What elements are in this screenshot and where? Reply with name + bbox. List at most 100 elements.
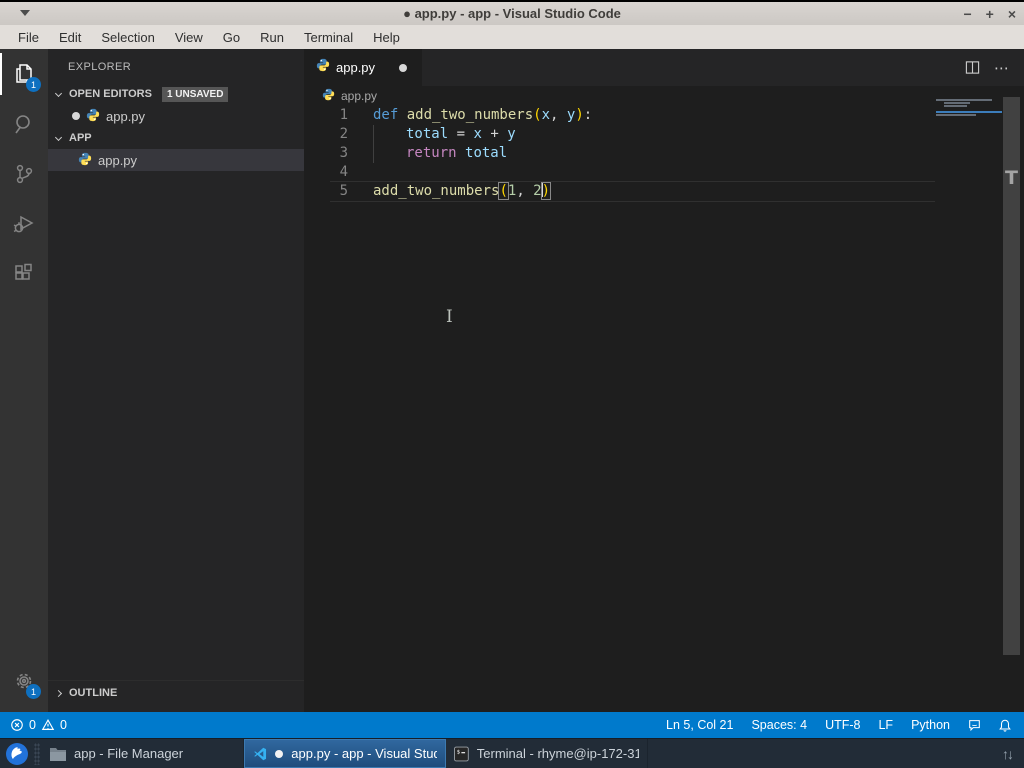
code-token: , [550,107,567,123]
activitybar-run-debug[interactable] [0,199,48,249]
code-token: ) [541,182,551,200]
notifications-bell-icon[interactable] [990,718,1024,733]
chevron-down-icon [55,89,62,96]
indentation[interactable]: Spaces: 4 [742,718,816,732]
vscode-icon [253,746,267,762]
indent-guide [373,144,406,163]
svg-text:$: $ [457,749,460,755]
minimap-line [944,105,967,107]
cursor-position[interactable]: Ln 5, Col 21 [657,718,742,732]
code-line-3[interactable]: 3return total [304,144,935,163]
code-token: x [473,126,481,142]
menu-run[interactable]: Run [250,27,294,48]
outline-header[interactable]: OUTLINE [48,680,304,702]
menu-selection[interactable]: Selection [91,27,164,48]
errors-warnings[interactable]: 0 0 [10,718,75,732]
taskbar-item-terminal[interactable]: $ Terminal - rhyme@ip-172-31... [446,739,648,768]
activitybar-search[interactable] [0,99,48,149]
code-token [457,145,465,161]
workspace-folder-header[interactable]: APP [48,127,304,149]
python-icon [86,108,100,125]
code-token: total [406,126,448,142]
line-content: total = x + y [373,125,516,144]
encoding[interactable]: UTF-8 [816,718,869,732]
python-icon [78,152,92,169]
applications-menu-button[interactable] [2,741,32,767]
open-editor-item-app-py[interactable]: app.py [48,105,304,127]
activitybar-source-control[interactable] [0,149,48,199]
scrollbar-letter: T [1005,167,1018,189]
code-line-4[interactable]: 4 [304,163,935,182]
unsaved-badge: 1 UNSAVED [162,87,229,102]
folder-icon [50,747,66,761]
line-number: 2 [304,125,348,144]
line-number: 5 [304,182,348,201]
search-icon [11,111,37,137]
terminal-icon: $ [454,746,469,762]
menu-help[interactable]: Help [363,27,410,48]
code-token: + [482,126,507,142]
breadcrumb[interactable]: app.py [304,86,1024,106]
line-number: 4 [304,163,348,182]
maximize-button[interactable]: + [986,7,994,21]
minimap-line [936,99,992,101]
code-token: add_two_numbers [373,183,499,199]
activity-bar: 1 [0,49,48,712]
close-button[interactable]: × [1008,7,1016,21]
tab-bar: app.py ⋯ [304,49,1024,86]
minimap[interactable] [936,99,1002,117]
source-control-icon [11,161,37,187]
explorer-unsaved-badge: 1 [26,77,41,92]
line-content: return total [373,144,507,163]
window-menu-icon[interactable] [20,10,30,16]
feedback-icon[interactable] [959,718,990,732]
code-token: def [373,107,407,123]
menu-edit[interactable]: Edit [49,27,91,48]
line-content: def add_two_numbers(x, y): [373,106,592,125]
sidebar-title: EXPLORER [48,49,304,83]
minimize-button[interactable]: − [963,7,971,21]
code-token: = [448,126,473,142]
eol-sequence[interactable]: LF [869,718,902,732]
title-modified-dot: ● [403,6,411,21]
language-mode[interactable]: Python [902,718,959,732]
indent-guide [373,125,406,144]
tab-modified-dot[interactable] [399,64,407,72]
code-token: : [584,107,592,123]
chevron-right-icon [55,689,62,696]
minimap-line [944,102,970,104]
more-actions-icon[interactable]: ⋯ [994,59,1010,77]
code-line-1[interactable]: 1def add_two_numbers(x, y): [304,106,935,125]
activitybar-settings[interactable]: 1 [0,656,48,706]
taskbar-item-file-manager[interactable]: app - File Manager [42,739,244,768]
code-token: x [542,107,550,123]
code-line-5[interactable]: 5 add_two_numbers(1, 2) [304,182,935,201]
menu-file[interactable]: File [8,27,49,48]
breadcrumb-file[interactable]: app.py [341,89,377,103]
window-titlebar[interactable]: ● app.py - app - Visual Studio Code − + … [0,2,1024,25]
split-editor-icon[interactable] [965,60,980,75]
open-editors-header[interactable]: OPEN EDITORS 1 UNSAVED [48,83,304,105]
taskbar-item-vscode[interactable]: app.py - app - Visual Studi... [244,739,446,768]
line-content: add_two_numbers(1, 2) [373,182,550,201]
code-token: total [465,145,507,161]
menu-go[interactable]: Go [213,27,250,48]
menu-view[interactable]: View [165,27,213,48]
editor-group: app.py ⋯ [304,49,1024,712]
activitybar-explorer[interactable]: 1 [0,49,48,99]
desktop: ● app.py - app - Visual Studio Code − + … [0,0,1024,768]
code-token: add_two_numbers [407,107,533,123]
code-token: y [507,126,515,142]
code-editor[interactable]: 1def add_two_numbers(x, y):2 total = x + … [304,106,935,201]
file-item-app-py[interactable]: app.py [48,149,304,171]
taskbar: app - File Manager app.py - app - Visual… [0,738,1024,768]
python-icon [322,88,335,104]
tray-scroll-arrows-icon[interactable]: ↑↓ [1002,746,1024,762]
tab-app-py[interactable]: app.py [304,49,422,86]
window-title: ● app.py - app - Visual Studio Code [0,6,1024,21]
python-icon [316,58,330,77]
error-count: 0 [29,718,36,732]
code-line-2[interactable]: 2 total = x + y [304,125,935,144]
menu-terminal[interactable]: Terminal [294,27,363,48]
activitybar-extensions[interactable] [0,249,48,299]
